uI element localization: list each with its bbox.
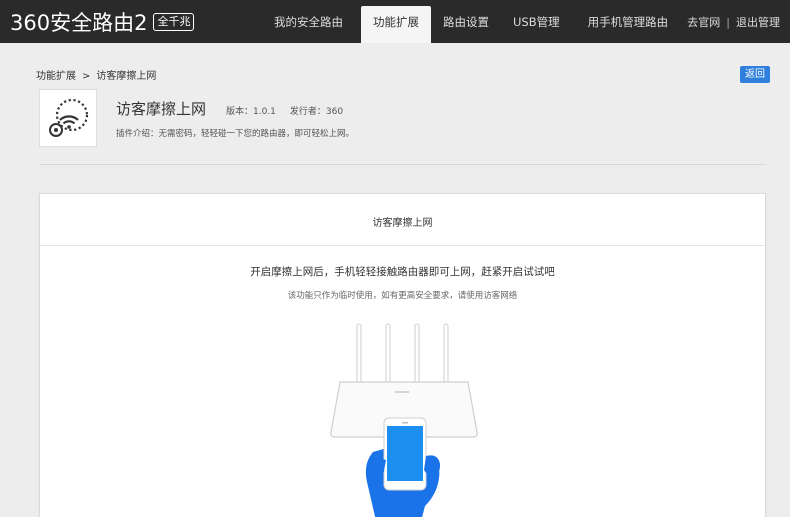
nav-usb-management[interactable]: USB管理 [501,0,572,43]
brand-logo[interactable]: 360安全路由2 全千兆 [10,9,195,35]
logo-text: 360安全路由2 [10,11,148,35]
plugin-description: 插件介绍：无需密码，轻轻碰一下您的路由器，即可轻松上网。 [116,129,355,139]
nav-mobile-management[interactable]: 用手机管理路由 [576,0,681,43]
router-phone-hand-illustration [330,323,478,517]
nav-my-router[interactable]: 我的安全路由 [262,0,355,43]
nav-router-settings[interactable]: 路由设置 [431,0,501,43]
logout-link[interactable]: 退出管理 [736,16,780,29]
plugin-version: 版本：1.0.1 [226,107,276,117]
plugin-publisher: 发行者：360 [289,107,344,117]
breadcrumb-separator: > [82,71,91,82]
wifi-touch-icon [39,89,97,147]
top-navigation-bar: 360安全路由2 全千兆 我的安全路由 功能扩展 路由设置 USB管理 用手机管… [0,0,790,43]
header-links: 去官网 | 退出管理 [687,0,780,43]
link-separator: | [726,16,730,29]
nav-extensions[interactable]: 功能扩展 [361,6,431,43]
breadcrumb: 功能扩展 > 访客摩擦上网 [36,67,156,82]
back-button[interactable]: 返回 [740,66,770,83]
feature-card: 访客摩擦上网 开启摩擦上网后，手机轻轻接触路由器即可上网，赶紧开启试试吧 该功能… [39,193,766,517]
section-divider [39,164,765,165]
logo-badge: 全千兆 [153,13,195,31]
main-nav: 我的安全路由 功能扩展 路由设置 USB管理 用手机管理路由 [262,0,680,43]
breadcrumb-current: 访客摩擦上网 [96,71,157,82]
plugin-title: 访客摩擦上网 [116,100,207,118]
breadcrumb-parent[interactable]: 功能扩展 [36,71,76,82]
plugin-meta: 版本：1.0.1 发行者：360 [226,104,343,117]
official-site-link[interactable]: 去官网 [687,16,720,29]
